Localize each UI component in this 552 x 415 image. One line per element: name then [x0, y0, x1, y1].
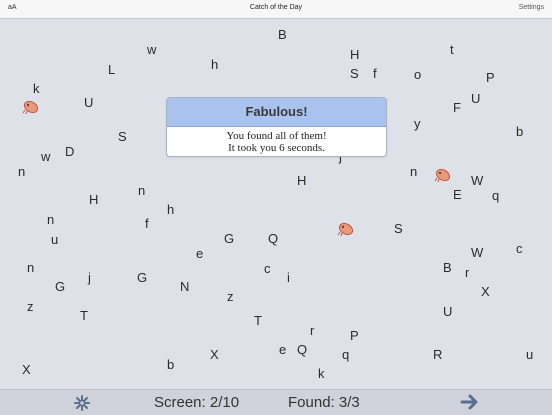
letter: n — [410, 164, 418, 179]
letter: h — [167, 202, 175, 217]
dialog-line-1: You found all of them! — [226, 130, 327, 142]
letter: H — [89, 192, 99, 207]
letter: r — [310, 323, 315, 338]
settings-button[interactable]: Settings — [519, 4, 544, 11]
letter: X — [22, 362, 31, 377]
top-bar: aA Catch of the Day Settings — [0, 0, 552, 19]
letter: T — [254, 313, 262, 328]
found-counter: Found: 3/3 — [288, 394, 360, 411]
letter: P — [486, 70, 495, 85]
app-title: Catch of the Day — [249, 4, 303, 11]
letter: q — [342, 347, 350, 362]
letter: P — [350, 328, 359, 343]
letter: o — [414, 67, 422, 82]
letter: w — [147, 42, 157, 57]
shrimp-icon[interactable] — [434, 166, 452, 184]
letter: X — [481, 284, 490, 299]
letter: G — [55, 279, 66, 294]
letter: n — [27, 260, 35, 275]
letter: n — [138, 183, 146, 198]
letter: L — [108, 62, 116, 77]
letter: E — [453, 187, 462, 202]
screen-counter: Screen: 2/10 — [154, 394, 240, 411]
letter: r — [465, 265, 470, 280]
letter: U — [84, 95, 94, 110]
letter: X — [210, 347, 219, 362]
gear-icon[interactable] — [73, 394, 91, 412]
result-dialog[interactable]: Fabulous! You found all of them! It took… — [166, 97, 387, 157]
letter: q — [492, 188, 500, 203]
letter: N — [180, 279, 190, 294]
dialog-title: Fabulous! — [167, 98, 386, 127]
letter: S — [118, 129, 127, 144]
letter: f — [373, 66, 377, 81]
letter: f — [145, 216, 149, 231]
letter: H — [297, 173, 307, 188]
letter: T — [80, 308, 88, 323]
letter: j — [88, 270, 91, 285]
letter: n — [18, 164, 26, 179]
letter: k — [33, 81, 40, 96]
letter: y — [414, 116, 421, 131]
letter: B — [443, 260, 452, 275]
bottom-bar: Screen: 2/10 Found: 3/3 — [0, 389, 552, 415]
letter: U — [471, 91, 481, 106]
letter: H — [350, 47, 360, 62]
letter: h — [211, 57, 219, 72]
letter: S — [350, 66, 359, 81]
letter: t — [450, 42, 454, 57]
letter: G — [224, 231, 235, 246]
letter: D — [65, 144, 75, 159]
letter-field[interactable]: B w L h H t S f o P k U U F x L P y b S … — [0, 19, 552, 389]
letter: u — [526, 347, 534, 362]
shrimp-icon[interactable] — [22, 98, 40, 116]
letter: u — [51, 232, 59, 247]
letter: b — [516, 124, 524, 139]
letter: k — [318, 366, 325, 381]
letter: e — [279, 342, 287, 357]
letter: z — [227, 289, 234, 304]
letter: U — [443, 304, 453, 319]
letter: b — [167, 357, 175, 372]
letter: G — [137, 270, 148, 285]
letter: W — [471, 245, 484, 260]
arrow-right-icon[interactable] — [460, 393, 480, 411]
dialog-message: You found all of them! It took you 6 sec… — [167, 127, 386, 154]
letter: R — [433, 347, 443, 362]
letter: e — [196, 246, 204, 261]
letter: F — [453, 100, 461, 115]
shrimp-icon[interactable] — [337, 220, 355, 238]
letter: B — [278, 27, 287, 42]
letter: S — [394, 221, 403, 236]
letter: w — [41, 149, 51, 164]
letter: z — [27, 299, 34, 314]
letter: W — [471, 173, 484, 188]
letter: c — [264, 261, 271, 276]
letter: c — [516, 241, 523, 256]
letter: n — [47, 212, 55, 227]
letter: Q — [268, 231, 279, 246]
letter: Q — [297, 342, 308, 357]
letter: i — [287, 270, 290, 285]
dialog-line-2: It took you 6 seconds. — [228, 142, 325, 154]
